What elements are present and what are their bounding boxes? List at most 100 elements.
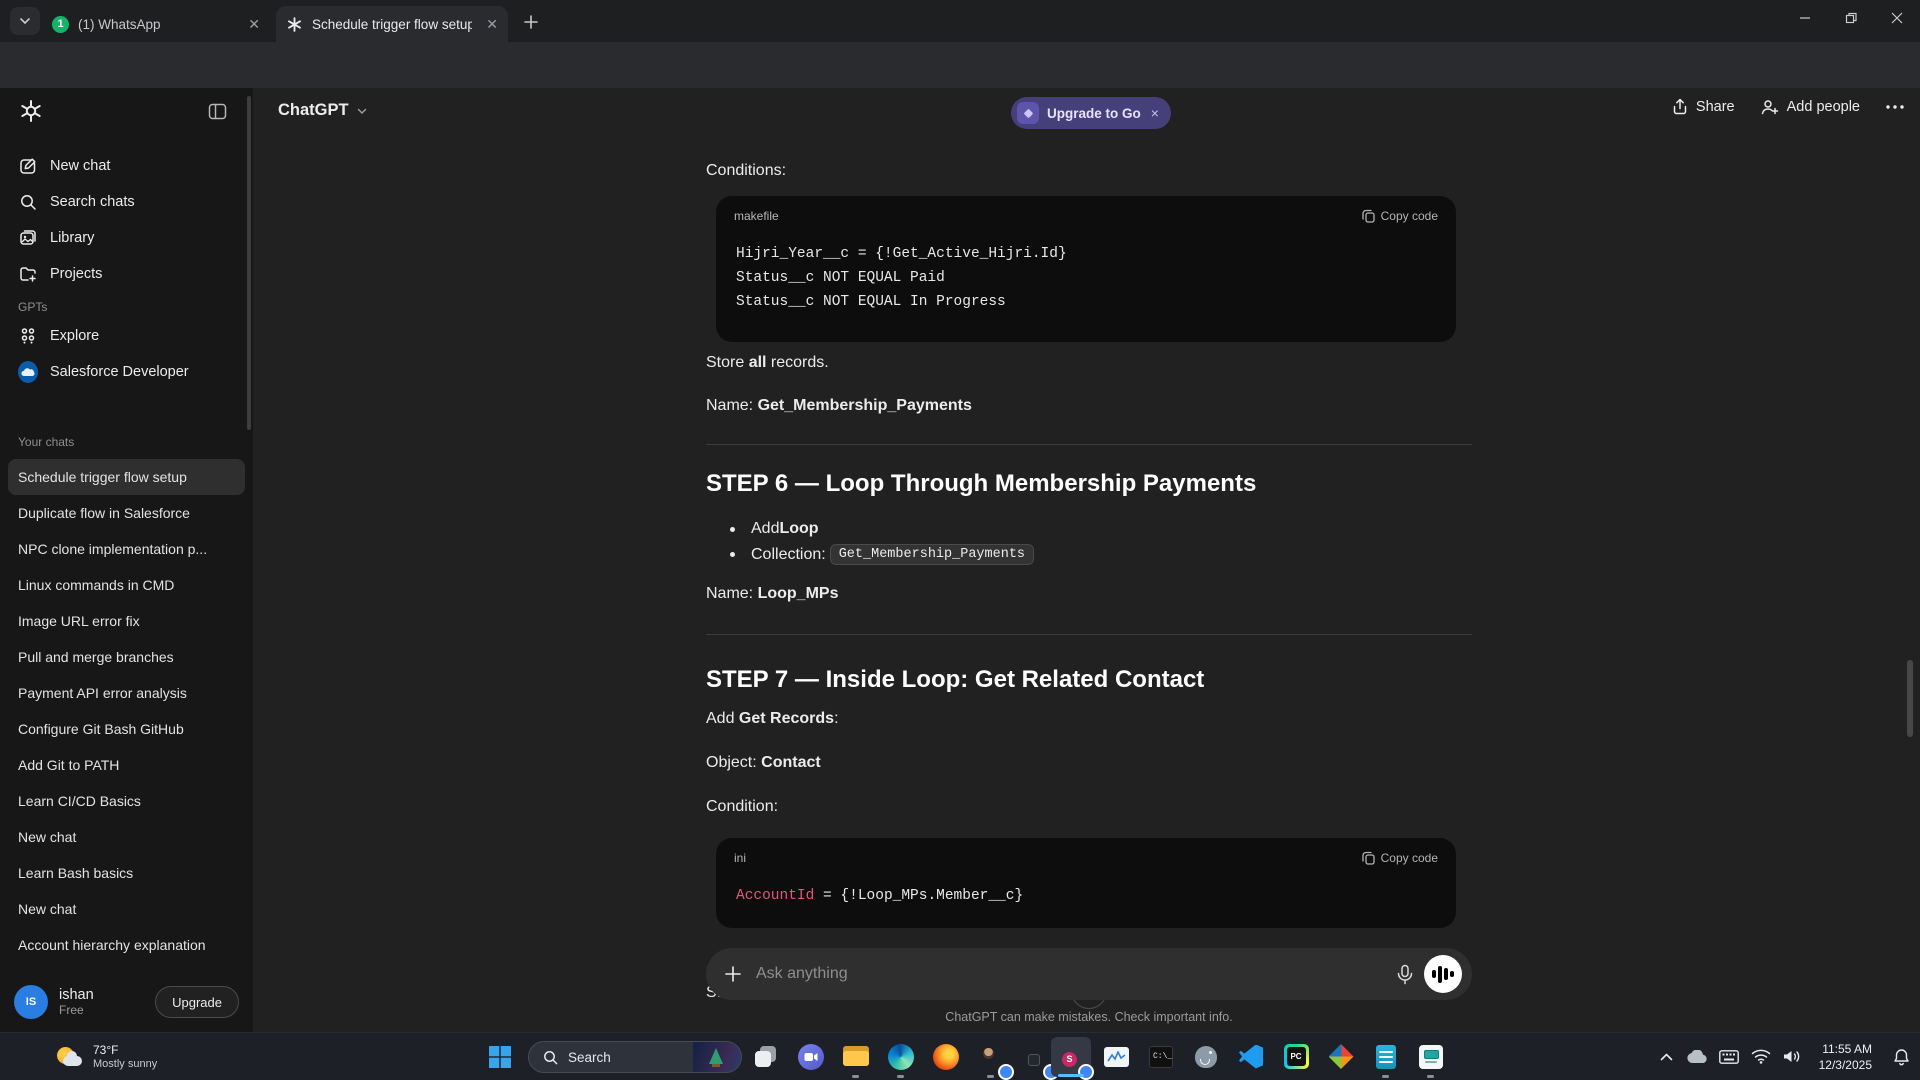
tab-close-icon[interactable]: ✕ <box>474 16 498 33</box>
postgresql-icon[interactable] <box>1186 1033 1226 1080</box>
voice-mode-button[interactable] <box>1424 955 1462 993</box>
code-line: Hijri_Year__c = {!Get_Active_Hijri.Id} <box>736 242 1436 266</box>
attach-plus-icon[interactable] <box>724 965 742 983</box>
share-button[interactable]: Share <box>1672 98 1735 115</box>
chat-title: Payment API error analysis <box>18 685 187 701</box>
chat-item[interactable]: Learn Bash basics <box>8 855 245 891</box>
window-restore-button[interactable] <box>1828 0 1874 36</box>
code-token: AccountId <box>736 888 814 904</box>
composer[interactable] <box>706 948 1472 1000</box>
share-label: Share <box>1696 99 1735 115</box>
tab-title: Schedule trigger flow setup <box>312 17 472 32</box>
chat-item[interactable]: Duplicate flow in Salesforce <box>8 495 245 531</box>
sidebar-item-salesforce-developer[interactable]: Salesforce Developer <box>8 354 245 390</box>
taskbar-search-box[interactable]: Search <box>528 1041 742 1073</box>
pycharm-icon[interactable]: PC <box>1276 1033 1316 1080</box>
monitor-app-icon[interactable] <box>1411 1033 1451 1080</box>
chat-item[interactable]: Payment API error analysis <box>8 675 245 711</box>
open-app-indicator <box>1382 1075 1389 1078</box>
colorful-diamond-app-icon[interactable] <box>1321 1033 1361 1080</box>
onedrive-cloud-icon[interactable] <box>1681 1033 1713 1080</box>
chat-item[interactable]: Add Git to PATH <box>8 747 245 783</box>
weather-desc: Mostly sunny <box>93 1058 157 1070</box>
taskbar-weather-widget[interactable]: 73°F Mostly sunny <box>56 1033 157 1080</box>
browser-tabstrip: 1 (1) WhatsApp ✕ Schedule trigger flow s… <box>0 0 1920 42</box>
chrome-profile2-icon[interactable] <box>1016 1033 1056 1080</box>
chat-item[interactable]: Configure Git Bash GitHub <box>8 711 245 747</box>
add-people-button[interactable]: Add people <box>1761 99 1860 115</box>
user-name: ishan <box>59 987 94 1003</box>
search-promo-art[interactable] <box>693 1042 741 1072</box>
sidebar-item-projects[interactable]: Projects <box>8 256 245 292</box>
edge-browser-icon[interactable] <box>881 1033 921 1080</box>
touch-keyboard-icon[interactable] <box>1713 1033 1745 1080</box>
window-controls <box>1782 0 1920 36</box>
copy-code-button[interactable]: Copy code <box>1362 851 1438 865</box>
tab-close-icon[interactable]: ✕ <box>236 16 260 33</box>
chat-item[interactable]: New chat <box>8 891 245 927</box>
pill-close-icon[interactable]: × <box>1151 105 1159 121</box>
profile-row[interactable]: IS ishan Free Upgrade <box>0 972 253 1032</box>
chat-item[interactable]: Pull and merge branches <box>8 639 245 675</box>
chrome-profile1-icon[interactable] <box>971 1033 1011 1080</box>
upgrade-to-go-pill[interactable]: Upgrade to Go × <box>1011 97 1171 129</box>
meet-chat-app-icon[interactable] <box>791 1033 831 1080</box>
chat-item[interactable]: Linux commands in CMD <box>8 567 245 603</box>
collapse-sidebar-icon[interactable] <box>208 102 227 121</box>
chat-item-active[interactable]: Schedule trigger flow setup <box>8 459 245 495</box>
sidebar-item-explore-gpts[interactable]: Explore <box>8 318 245 354</box>
notepad-app-icon[interactable] <box>1366 1033 1406 1080</box>
copy-icon <box>1362 209 1375 223</box>
sidebar-scrollbar-thumb[interactable] <box>247 96 251 430</box>
vscode-icon[interactable] <box>1231 1033 1271 1080</box>
chevron-down-icon <box>19 15 31 27</box>
new-chat-icon <box>18 156 38 176</box>
library-icon <box>18 228 38 248</box>
new-tab-button[interactable] <box>518 9 544 35</box>
window-close-button[interactable] <box>1874 0 1920 36</box>
chat-item[interactable]: NPC clone implementation p... <box>8 531 245 567</box>
page-scrollbar-thumb[interactable] <box>1907 660 1913 737</box>
tab-chatgpt[interactable]: Schedule trigger flow setup ✕ <box>276 6 508 42</box>
volume-icon[interactable] <box>1777 1033 1809 1080</box>
file-explorer-icon[interactable] <box>836 1033 876 1080</box>
upgrade-button[interactable]: Upgrade <box>155 986 239 1018</box>
sidebar-item-new-chat[interactable]: New chat <box>8 148 245 184</box>
paragraph: Name: Get_Membership_Payments <box>706 393 972 419</box>
code-language-label: ini <box>734 851 746 865</box>
bullet-item: Collection:Get_Membership_Payments <box>730 544 1034 565</box>
copy-code-button[interactable]: Copy code <box>1362 209 1438 223</box>
step7-heading: STEP 7 — Inside Loop: Get Related Contac… <box>706 666 1204 694</box>
performance-monitor-icon[interactable] <box>1096 1033 1136 1080</box>
chat-item[interactable]: Learn CI/CD Basics <box>8 783 245 819</box>
wifi-icon[interactable] <box>1745 1033 1777 1080</box>
command-prompt-icon[interactable]: C:\_ <box>1141 1033 1181 1080</box>
chat-item[interactable]: New chat <box>8 819 245 855</box>
message-input[interactable] <box>756 965 1396 983</box>
dictate-mic-icon[interactable] <box>1396 964 1414 985</box>
desktop-screen: 1 (1) WhatsApp ✕ Schedule trigger flow s… <box>0 0 1920 1080</box>
notifications-bell-icon[interactable] <box>1882 1033 1920 1080</box>
search-icon <box>543 1050 558 1065</box>
chat-item[interactable]: Image URL error fix <box>8 603 245 639</box>
firefox-browser-icon[interactable] <box>926 1033 966 1080</box>
chat-item[interactable]: Account hierarchy explanation <box>8 927 245 963</box>
openai-logo[interactable] <box>18 98 44 124</box>
chat-title: Linux commands in CMD <box>18 577 174 593</box>
model-switcher[interactable]: ChatGPT <box>278 101 368 120</box>
search-label: Search <box>568 1050 611 1065</box>
code-block-ini: ini Copy code AccountId = {!Loop_MPs.Mem… <box>716 838 1456 928</box>
chrome-profile3-active-icon[interactable]: S <box>1051 1033 1091 1080</box>
sidebar-item-library[interactable]: Library <box>8 220 245 256</box>
tab-whatsapp[interactable]: 1 (1) WhatsApp ✕ <box>42 6 270 42</box>
sidebar-item-search-chats[interactable]: Search chats <box>8 184 245 220</box>
start-button[interactable] <box>480 1033 520 1080</box>
tray-chevron-up-icon[interactable] <box>1653 1033 1681 1080</box>
tab-search-button[interactable] <box>10 7 40 35</box>
task-view-button[interactable] <box>746 1033 786 1080</box>
diamond-icon <box>1017 102 1039 124</box>
window-minimize-button[interactable] <box>1782 0 1828 36</box>
conversation-menu-icon[interactable] <box>1886 105 1904 109</box>
tray-clock[interactable]: 11:55 AM 12/3/2025 <box>1819 1041 1872 1073</box>
chatgpt-app: New chat Search chats Library Projects G… <box>0 88 1920 1032</box>
